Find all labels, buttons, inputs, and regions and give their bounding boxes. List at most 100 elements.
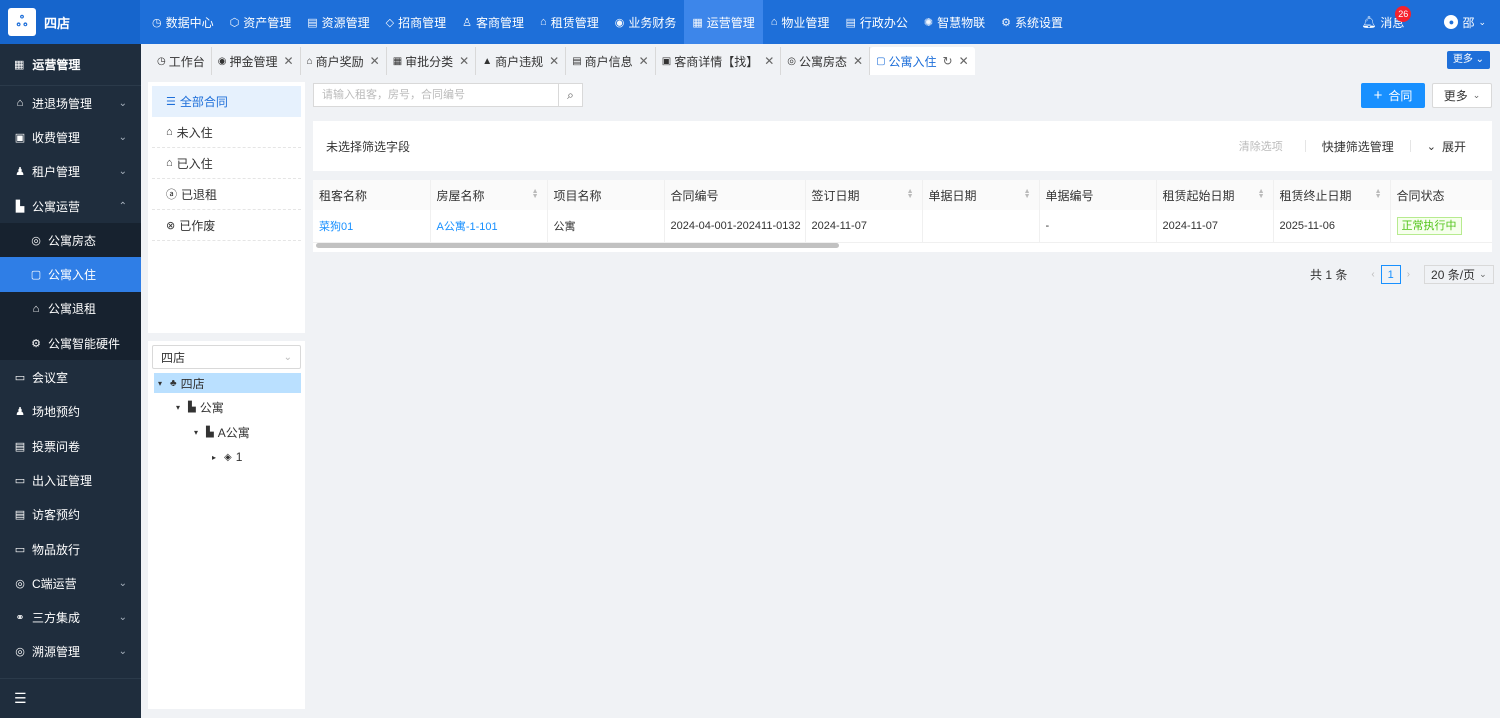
- store-select[interactable]: 四店 ⌄: [152, 345, 301, 369]
- search-input[interactable]: [314, 84, 558, 106]
- column-header[interactable]: 签订日期 ▲ ▼: [805, 180, 923, 210]
- close-icon[interactable]: ✕: [764, 54, 774, 68]
- sidebar-item-label: 公寓运营: [32, 199, 81, 214]
- column-header[interactable]: 租客名称: [313, 180, 431, 210]
- sort-icon[interactable]: ▲ ▼: [532, 188, 539, 200]
- sidebar-collapse-button[interactable]: ☰: [0, 678, 141, 718]
- sidebar-item-tenants[interactable]: ♟ 租户管理 ⌄: [0, 155, 141, 189]
- sidebar-item-c-end-ops[interactable]: ◎ C端运营 ⌄: [0, 566, 141, 600]
- topnav-item-data-center[interactable]: ◷ 数据中心: [144, 0, 222, 44]
- tab-merchant-detail[interactable]: ▣ 客商详情【找】 ✕: [656, 47, 782, 75]
- page-size-select[interactable]: 20 条/页 ⌄: [1424, 265, 1494, 284]
- tab-approval-category[interactable]: ▦ 审批分类 ✕: [387, 47, 477, 75]
- user-menu[interactable]: ● 邵 ⌄: [1444, 14, 1486, 31]
- topnav-item-merchant[interactable]: ♙ 客商管理: [454, 0, 532, 44]
- filter-voided[interactable]: ⊗ 已作废: [152, 210, 301, 241]
- search-button[interactable]: ⌕: [558, 84, 582, 106]
- tab-merchant-info[interactable]: ▤ 商户信息 ✕: [566, 47, 656, 75]
- page-number-button[interactable]: 1: [1380, 265, 1401, 284]
- sidebar-item-apartment-checkout[interactable]: ⌂ 公寓退租: [0, 291, 141, 327]
- tree-node-floor-1[interactable]: ▸ ◈ 1: [212, 447, 242, 467]
- messages-button[interactable]: 🔔︎ 消息 26: [1361, 5, 1412, 31]
- table-row[interactable]: 菜狗01 A公寓-1-101 公寓 2024-04-001-202411-013…: [313, 210, 1492, 243]
- sidebar-item-label: 公寓入住: [48, 268, 97, 283]
- clear-filters-button[interactable]: 清除选项: [1239, 138, 1283, 154]
- column-header[interactable]: 单据编号: [1039, 180, 1157, 210]
- building-icon: ஃ: [8, 8, 36, 36]
- room-name-link[interactable]: A公寓-1-101: [430, 210, 548, 243]
- topnav-item-operation[interactable]: ▦ 运营管理: [684, 0, 763, 44]
- topnav-item-lease[interactable]: ⌂ 租赁管理: [532, 0, 607, 44]
- close-icon[interactable]: ✕: [853, 54, 863, 68]
- sort-icon[interactable]: ▲ ▼: [907, 188, 914, 200]
- tenant-name-link[interactable]: 菜狗01: [313, 210, 431, 243]
- topnav-item-admin-office[interactable]: ▤ 行政办公: [837, 0, 915, 44]
- sidebar-item-entry-exit[interactable]: ⌂ 进退场管理 ⌄: [0, 86, 141, 120]
- tab-merchant-violation[interactable]: ▲ 商户违规 ✕: [476, 47, 567, 75]
- refresh-icon[interactable]: ↻: [943, 54, 953, 68]
- horizontal-scrollbar[interactable]: [316, 243, 839, 248]
- caret-right-icon[interactable]: ▸: [212, 453, 224, 462]
- sidebar-item-meeting-room[interactable]: ▭ 会议室: [0, 360, 141, 394]
- close-icon[interactable]: ✕: [549, 54, 559, 68]
- topnav-item-asset[interactable]: ⬡ 资产管理: [222, 0, 300, 44]
- sidebar-item-venue-booking[interactable]: ♟ 场地预约: [0, 395, 141, 429]
- sidebar-item-fees[interactable]: ▣ 收费管理 ⌄: [0, 120, 141, 154]
- topnav-item-iot[interactable]: ✺ 智慧物联: [916, 0, 993, 44]
- caret-down-icon[interactable]: ▾: [176, 403, 188, 412]
- next-page-icon[interactable]: ›: [1407, 269, 1410, 280]
- close-icon[interactable]: ✕: [959, 54, 969, 68]
- filter-checked-out[interactable]: ⓐ 已退租: [152, 179, 301, 210]
- sidebar-item-apartment-ops[interactable]: ▙ 公寓运营 ⌃: [0, 189, 141, 223]
- close-icon[interactable]: ✕: [639, 54, 649, 68]
- sidebar-item-apartment-status[interactable]: ◎ 公寓房态: [0, 223, 141, 258]
- close-icon[interactable]: ✕: [370, 54, 380, 68]
- topnav-item-property[interactable]: ⌂ 物业管理: [763, 0, 838, 44]
- tabs-more-button[interactable]: 更多 ⌄: [1446, 51, 1490, 69]
- sort-icon[interactable]: ▲ ▼: [1375, 188, 1382, 200]
- logo[interactable]: ஃ 四店: [0, 0, 140, 44]
- close-icon[interactable]: ✕: [284, 54, 294, 68]
- sidebar-item-survey[interactable]: ▤ 投票问卷: [0, 429, 141, 463]
- topnav-item-resource[interactable]: ▤ 资源管理: [299, 0, 377, 44]
- tree-node-apartment[interactable]: ▾ ▙ 公寓: [176, 397, 224, 417]
- sidebar-item-item-release[interactable]: ▭ 物品放行: [0, 532, 141, 566]
- caret-down-icon[interactable]: ▾: [158, 379, 170, 388]
- column-header[interactable]: 房屋名称 ▲ ▼: [430, 180, 548, 210]
- tree-node-a-apartment[interactable]: ▾ ▙ A公寓: [194, 422, 250, 442]
- tree-node-store[interactable]: ▾ ♣ 四店: [154, 373, 301, 393]
- sidebar-item-third-party[interactable]: ⚭ 三方集成 ⌄: [0, 600, 141, 634]
- sidebar-item-apartment-checkin[interactable]: ▢ 公寓入住: [0, 257, 141, 292]
- tab-apartment-status[interactable]: ◎ 公寓房态 ✕: [781, 47, 871, 75]
- sidebar-item-visitor[interactable]: ▤ 访客预约: [0, 498, 141, 532]
- more-actions-button[interactable]: 更多 ⌄: [1432, 83, 1492, 108]
- column-header[interactable]: 租赁终止日期 ▲ ▼: [1273, 180, 1391, 210]
- add-contract-button[interactable]: + 合同: [1361, 83, 1425, 108]
- column-header[interactable]: 租赁起始日期 ▲ ▼: [1156, 180, 1274, 210]
- tab-apartment-checkin[interactable]: ▢ 公寓入住 ↻ ✕: [870, 47, 975, 75]
- filter-not-checked-in[interactable]: ⌂ 未入住: [152, 117, 301, 148]
- tab-deposit[interactable]: ◉ 押金管理 ✕: [212, 47, 301, 75]
- sidebar-item-traceability[interactable]: ◎ 溯源管理 ⌄: [0, 635, 141, 669]
- expand-button[interactable]: ⌄ 展开: [1427, 138, 1466, 155]
- tab-merchant-reward[interactable]: ⌂ 商户奖励 ✕: [301, 47, 387, 75]
- chevron-down-icon: ⌄: [1479, 269, 1487, 279]
- sidebar-item-smart-hardware[interactable]: ⚙ 公寓智能硬件: [0, 326, 141, 361]
- quick-filter-manage-button[interactable]: 快捷筛选管理: [1322, 138, 1394, 155]
- sidebar-item-pass[interactable]: ▭ 出入证管理: [0, 463, 141, 497]
- sort-icon[interactable]: ▲ ▼: [1258, 188, 1265, 200]
- topnav-item-investment[interactable]: ◇ 招商管理: [378, 0, 454, 44]
- column-header[interactable]: 项目名称: [547, 180, 665, 210]
- filter-all-contracts[interactable]: ☰ 全部合同: [152, 86, 301, 117]
- filter-checked-in[interactable]: ⌂ 已入住: [152, 148, 301, 179]
- caret-down-icon[interactable]: ▾: [194, 428, 206, 437]
- sort-icon[interactable]: ▲ ▼: [1024, 188, 1031, 200]
- topnav-item-settings[interactable]: ⚙ 系统设置: [993, 0, 1071, 44]
- tab-workbench[interactable]: ◷ 工作台: [151, 47, 212, 75]
- topnav-item-finance[interactable]: ◉ 业务财务: [607, 0, 685, 44]
- prev-page-icon[interactable]: ‹: [1371, 269, 1374, 280]
- column-header[interactable]: 合同状态: [1390, 180, 1492, 210]
- close-icon[interactable]: ✕: [459, 54, 469, 68]
- column-header[interactable]: 合同编号: [664, 180, 806, 210]
- column-header[interactable]: 单据日期 ▲ ▼: [922, 180, 1040, 210]
